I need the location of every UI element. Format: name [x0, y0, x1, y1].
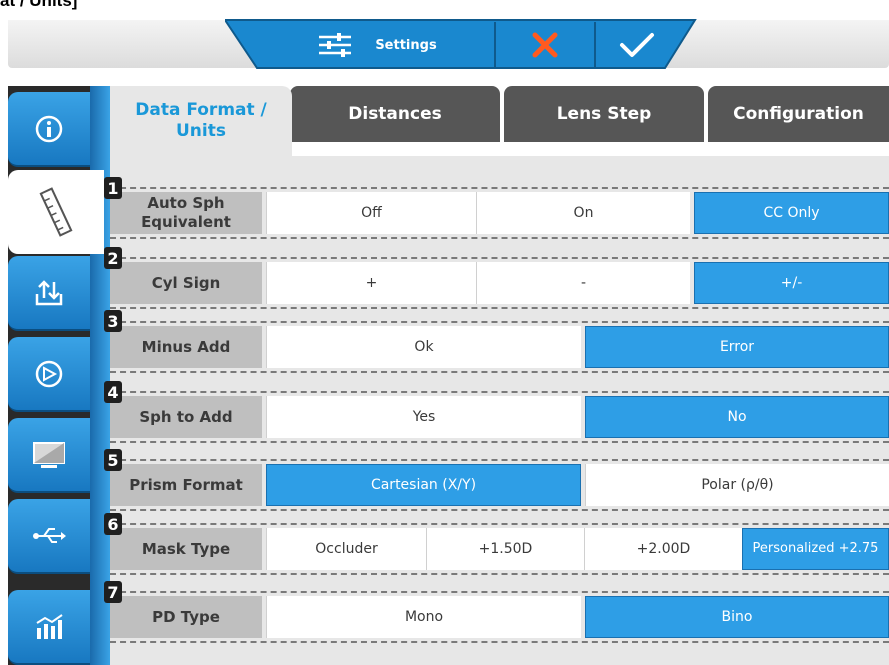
option-ok[interactable]: Ok: [266, 326, 581, 368]
option-bino[interactable]: Bino: [585, 596, 889, 638]
option-cartesian[interactable]: Cartesian (X/Y): [266, 464, 581, 506]
close-icon: [532, 32, 557, 58]
settings-label: Settings: [375, 37, 437, 53]
setting-row-cyl-sign: Cyl Sign + - +/-: [110, 257, 889, 309]
sidebar-item-usb[interactable]: [8, 499, 90, 574]
upload-download-icon: [35, 279, 63, 305]
page-heading: at / Units]: [0, 0, 78, 10]
cancel-button[interactable]: [497, 22, 592, 68]
info-icon: [35, 115, 63, 142]
tab-label: Distances: [348, 103, 442, 124]
setting-row-mask-type: Mask Type Occluder +1.50D +2.00D Persona…: [110, 523, 889, 575]
option-occluder[interactable]: Occluder: [266, 528, 426, 570]
row-number: 7: [104, 581, 122, 603]
option-plus-1-50d[interactable]: +1.50D: [426, 528, 584, 570]
option-personalized[interactable]: Personalized +2.75: [742, 528, 889, 570]
setting-row-sph-to-add: Sph to Add Yes No: [110, 391, 889, 443]
sliders-icon: [319, 33, 352, 57]
option-off[interactable]: Off: [266, 192, 476, 234]
setting-row-prism-format: Prism Format Cartesian (X/Y) Polar (ρ/θ): [110, 459, 889, 511]
sidebar-item-compass[interactable]: [8, 337, 90, 412]
setting-row-pd-type: PD Type Mono Bino: [110, 591, 889, 643]
row-number: 5: [104, 449, 122, 471]
row-label: Auto Sph Equivalent: [110, 192, 262, 234]
settings-panel: [110, 86, 889, 665]
ruler-icon: [39, 187, 73, 237]
option-plus-2-00d[interactable]: +2.00D: [584, 528, 742, 570]
tab-label: Lens Step: [556, 103, 652, 124]
confirm-button[interactable]: [597, 22, 677, 68]
row-label: Sph to Add: [110, 396, 262, 438]
row-number: 4: [104, 381, 122, 403]
option-mono[interactable]: Mono: [266, 596, 581, 638]
row-label: Cyl Sign: [110, 262, 262, 304]
sidebar-item-info[interactable]: [8, 92, 90, 167]
row-label: Prism Format: [110, 464, 262, 506]
setting-row-minus-add: Minus Add Ok Error: [110, 321, 889, 373]
chart-icon: [36, 613, 63, 639]
usb-icon: [33, 527, 66, 543]
tab-data-format-units[interactable]: Data Format / Units: [110, 86, 292, 156]
sidebar-item-statistics[interactable]: [8, 590, 90, 665]
tab-label: Configuration: [733, 103, 864, 124]
row-label: PD Type: [110, 596, 262, 638]
option-error[interactable]: Error: [585, 326, 889, 368]
tab-lens-step[interactable]: Lens Step: [504, 86, 704, 142]
option-yes[interactable]: Yes: [266, 396, 581, 438]
tab-label: Data Format / Units: [135, 100, 267, 141]
option-cc-only[interactable]: CC Only: [694, 192, 889, 234]
header-divider: [494, 22, 496, 68]
tab-configuration[interactable]: Configuration: [708, 86, 889, 142]
row-number: 3: [104, 310, 122, 332]
option-plus-minus[interactable]: +/-: [694, 262, 889, 304]
row-label: Minus Add: [110, 326, 262, 368]
compass-icon: [35, 360, 63, 387]
row-label: Mask Type: [110, 528, 262, 570]
row-number: 2: [104, 247, 122, 269]
sidebar-item-ruler[interactable]: [8, 170, 104, 254]
sidebar-item-transfer[interactable]: [8, 256, 90, 331]
option-plus[interactable]: +: [266, 262, 476, 304]
header-divider: [594, 22, 596, 68]
row-number: 1: [104, 177, 122, 199]
sidebar-item-display[interactable]: [8, 418, 90, 493]
option-polar[interactable]: Polar (ρ/θ): [585, 464, 889, 506]
check-icon: [620, 33, 654, 57]
settings-button[interactable]: Settings: [262, 22, 492, 68]
setting-row-auto-sph-equivalent: Auto Sph Equivalent Off On CC Only: [110, 187, 889, 239]
monitor-icon: [33, 441, 65, 468]
tab-distances[interactable]: Distances: [290, 86, 500, 142]
row-number: 6: [104, 513, 122, 535]
option-on[interactable]: On: [476, 192, 690, 234]
option-no[interactable]: No: [585, 396, 889, 438]
option-minus[interactable]: -: [476, 262, 690, 304]
